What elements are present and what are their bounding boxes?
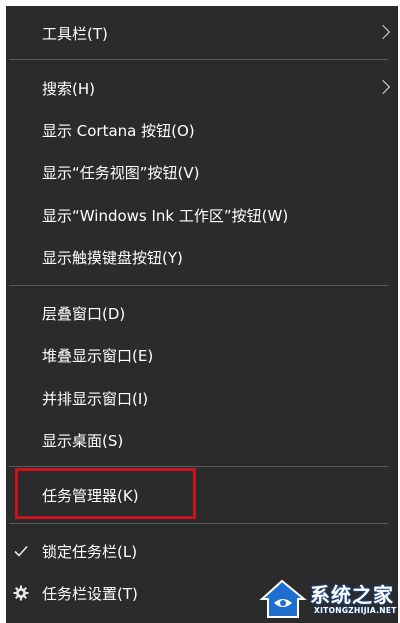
menu-item-label: 并排显示窗口(I) <box>42 389 149 408</box>
menu-item-label: 显示“任务视图”按钮(V) <box>42 163 200 182</box>
menu-item-show-cortana-button[interactable]: 显示 Cortana 按钮(O) <box>6 109 398 151</box>
menu-item-show-windows-ink-button[interactable]: 显示“Windows Ink 工作区”按钮(W) <box>6 194 398 236</box>
menu-item-search[interactable]: 搜索(H) <box>6 67 398 109</box>
menu-item-side-by-side-windows[interactable]: 并排显示窗口(I) <box>6 377 398 419</box>
taskbar-context-menu: 工具栏(T) 搜索(H) 显示 Cortana 按钮(O) 显示“任务视图”按钮… <box>6 6 398 623</box>
menu-item-label: 显示桌面(S) <box>42 431 124 450</box>
menu-item-label: 搜索(H) <box>42 79 95 98</box>
menu-item-label: 工具栏(T) <box>42 24 108 43</box>
site-watermark: 系统之家 XITONGZHIJIA.NET <box>258 575 400 623</box>
chevron-right-icon <box>375 24 391 40</box>
menu-item-lock-taskbar[interactable]: 锁定任务栏(L) <box>6 530 398 572</box>
menu-item-label: 任务栏设置(T) <box>42 584 138 603</box>
menu-item-show-desktop[interactable]: 显示桌面(S) <box>6 419 398 461</box>
checkmark-icon <box>12 542 30 560</box>
menu-item-show-task-view-button[interactable]: 显示“任务视图”按钮(V) <box>6 151 398 193</box>
watermark-logo-icon <box>259 579 307 618</box>
chevron-right-icon <box>375 79 391 95</box>
watermark-title: 系统之家 <box>310 583 394 607</box>
menu-item-label: 锁定任务栏(L) <box>42 542 138 561</box>
watermark-subtitle: XITONGZHIJIA.NET <box>314 606 397 615</box>
menu-separator <box>9 523 388 524</box>
menu-item-label: 显示触摸键盘按钮(Y) <box>42 248 183 267</box>
menu-separator <box>9 59 388 60</box>
menu-item-label: 显示 Cortana 按钮(O) <box>42 121 195 140</box>
menu-separator <box>9 285 388 286</box>
menu-item-cascade-windows[interactable]: 层叠窗口(D) <box>6 292 398 334</box>
menu-item-label: 层叠窗口(D) <box>42 304 126 323</box>
menu-item-stack-windows[interactable]: 堆叠显示窗口(E) <box>6 334 398 376</box>
menu-item-show-touch-keyboard-button[interactable]: 显示触摸键盘按钮(Y) <box>6 236 398 278</box>
gear-icon <box>12 584 30 602</box>
menu-item-label: 显示“Windows Ink 工作区”按钮(W) <box>42 206 289 225</box>
highlight-box <box>15 468 196 519</box>
menu-item-label: 堆叠显示窗口(E) <box>42 346 154 365</box>
menu-separator <box>9 466 388 467</box>
menu-item-toolbars[interactable]: 工具栏(T) <box>6 12 398 54</box>
